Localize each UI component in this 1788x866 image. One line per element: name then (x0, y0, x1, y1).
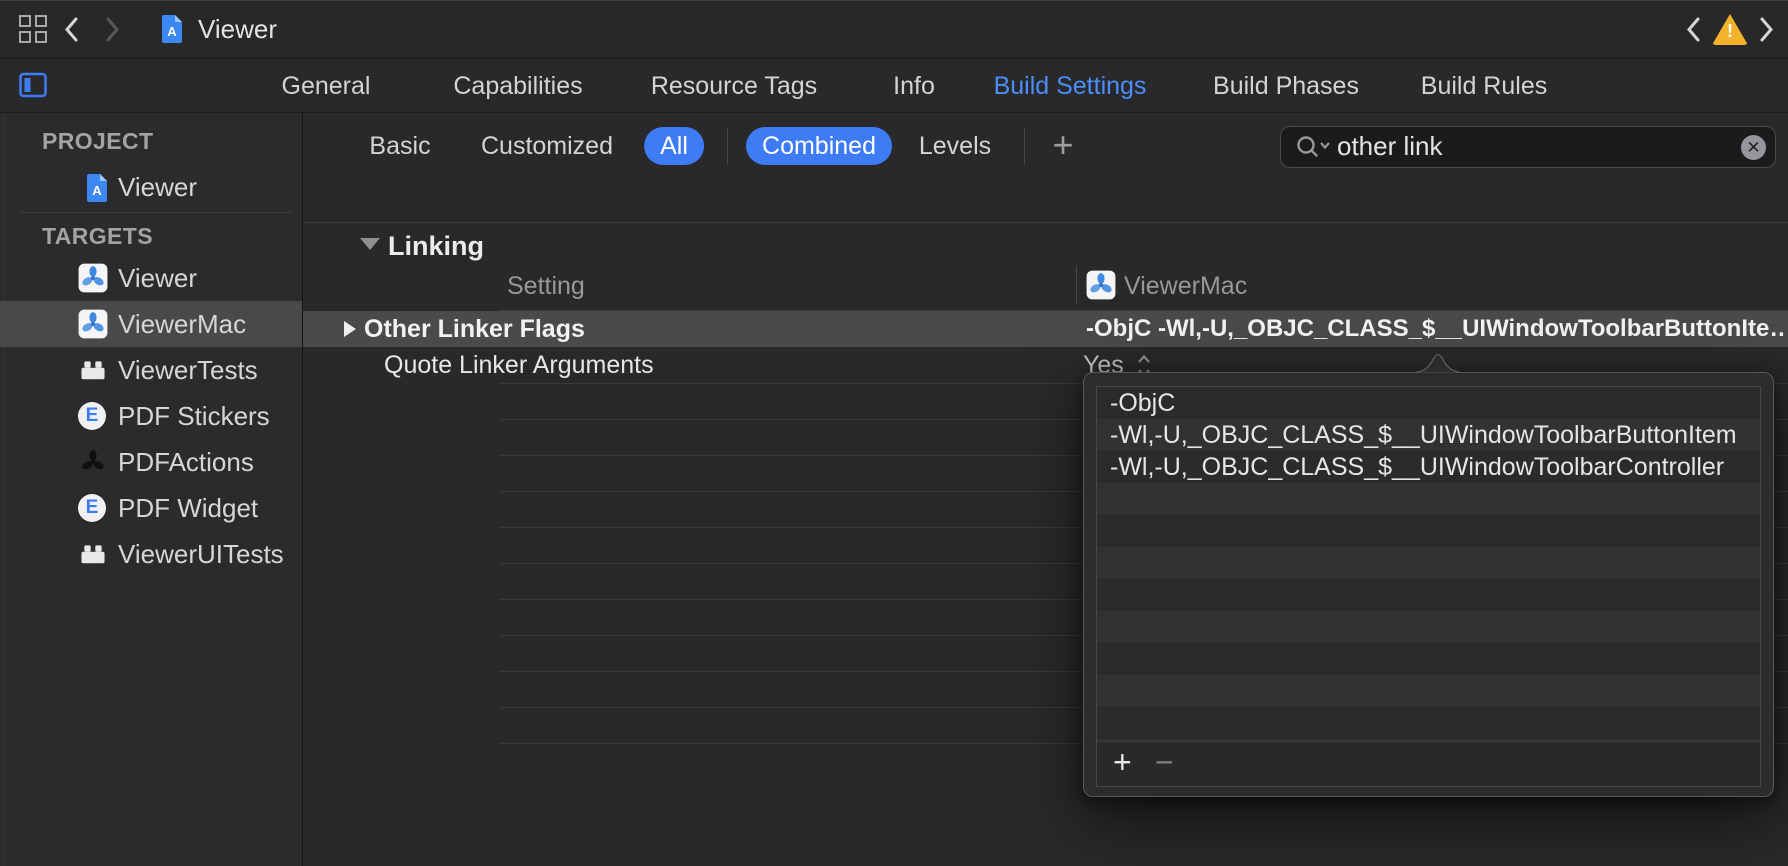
sidebar-divider (20, 212, 292, 213)
flag-item[interactable]: -Wl,-U,_OBJC_CLASS_$__UIWindowToolbarCon… (1097, 451, 1760, 483)
navigator-toggle-icon[interactable] (18, 70, 48, 100)
sidebar-item-target-viewer[interactable]: Viewer (0, 255, 302, 301)
targets-section-header: TARGETS (42, 223, 153, 250)
project-document-icon: A (82, 173, 112, 203)
test-bundle-icon (78, 355, 108, 385)
app-extension-icon: E (78, 402, 106, 430)
project-targets-sidebar: PROJECT A Viewer TARGETS Viewer (0, 113, 303, 866)
tab-overview-icon[interactable] (18, 14, 48, 44)
xcode-window: A Viewer ! General Capabilities Resource… (0, 0, 1788, 866)
sidebar-item-target-viewermac[interactable]: ViewerMac (0, 301, 302, 347)
automator-action-icon (78, 447, 108, 477)
section-header-linking[interactable]: Linking (388, 231, 484, 262)
project-document-icon: A (160, 14, 184, 44)
tab-info[interactable]: Info (893, 71, 935, 101)
sidebar-item-target-pdf-widget[interactable]: E PDF Widget (0, 485, 302, 531)
app-target-icon (78, 263, 108, 293)
tab-build-rules[interactable]: Build Rules (1421, 71, 1547, 101)
table-top-divider (303, 222, 1788, 223)
add-flag-button[interactable]: + (1113, 742, 1132, 782)
setting-name: Quote Linker Arguments (384, 347, 654, 383)
scope-combined[interactable]: Combined (746, 127, 892, 165)
flag-item[interactable]: -Wl,-U,_OBJC_CLASS_$__UIWindowToolbarBut… (1097, 419, 1760, 451)
setting-value[interactable]: -ObjC -Wl,-U,_OBJC_CLASS_$__UIWindowTool… (1086, 311, 1786, 347)
warning-icon[interactable]: ! (1712, 14, 1748, 45)
scope-divider (1024, 128, 1025, 164)
back-icon[interactable] (62, 16, 80, 43)
sidebar-item-project-viewer[interactable]: A Viewer (0, 164, 302, 210)
warning-symbol: ! (1712, 21, 1748, 41)
sidebar-item-target-pdfactions[interactable]: PDFActions (0, 439, 302, 485)
app-extension-icon: E (78, 494, 106, 522)
test-bundle-icon (78, 539, 108, 569)
app-target-icon (1086, 270, 1116, 300)
app-target-icon (78, 309, 108, 339)
scope-all[interactable]: All (644, 127, 704, 165)
scope-levels[interactable]: Levels (903, 127, 1007, 165)
add-setting-button[interactable]: + (1052, 124, 1073, 166)
popover-toolbar: + − (1097, 741, 1760, 786)
forward-icon[interactable] (104, 16, 122, 43)
scope-customized[interactable]: Customized (465, 127, 629, 165)
jump-bar: A Viewer ! (0, 0, 1788, 59)
flags-list: -ObjC -Wl,-U,_OBJC_CLASS_$__UIWindowTool… (1096, 386, 1761, 787)
previous-issue-icon[interactable] (1684, 16, 1702, 43)
collapse-section-icon[interactable] (360, 238, 380, 250)
linker-flags-popover: -ObjC -Wl,-U,_OBJC_CLASS_$__UIWindowTool… (1083, 372, 1774, 797)
next-issue-icon[interactable] (1758, 16, 1776, 43)
search-icon (1295, 134, 1331, 160)
search-input[interactable] (1335, 130, 1719, 163)
editor-tab-bar: General Capabilities Resource Tags Info … (0, 59, 1788, 113)
sidebar-item-target-viewertests[interactable]: ViewerTests (0, 347, 302, 393)
search-field[interactable]: ✕ (1280, 126, 1776, 168)
target-column-header: ViewerMac (1124, 272, 1247, 301)
empty-flag-rows (1097, 483, 1760, 742)
sidebar-item-target-pdf-stickers[interactable]: E PDF Stickers (0, 393, 302, 439)
tab-capabilities[interactable]: Capabilities (453, 71, 582, 101)
setting-column-header: Setting (507, 272, 585, 301)
column-divider (1076, 266, 1077, 304)
project-section-header: PROJECT (42, 128, 153, 155)
tab-resource-tags[interactable]: Resource Tags (651, 71, 817, 101)
setting-name: Other Linker Flags (364, 311, 585, 347)
row-other-linker-flags[interactable]: Other Linker Flags -ObjC -Wl,-U,_OBJC_CL… (303, 311, 1788, 347)
window-title: Viewer (198, 14, 277, 44)
svg-text:A: A (167, 24, 177, 39)
popover-arrow (1416, 349, 1460, 373)
sidebar-item-target-vieweruitests[interactable]: ViewerUITests (0, 531, 302, 577)
tab-general[interactable]: General (282, 71, 371, 101)
scope-divider (727, 128, 728, 164)
tab-build-settings[interactable]: Build Settings (994, 71, 1147, 101)
disclosure-icon[interactable] (344, 321, 356, 337)
tab-build-phases[interactable]: Build Phases (1213, 71, 1359, 101)
svg-text:A: A (92, 183, 102, 198)
scope-basic[interactable]: Basic (353, 127, 446, 165)
clear-search-icon[interactable]: ✕ (1741, 135, 1766, 160)
remove-flag-button[interactable]: − (1155, 742, 1174, 782)
flag-item[interactable]: -ObjC (1097, 387, 1760, 419)
